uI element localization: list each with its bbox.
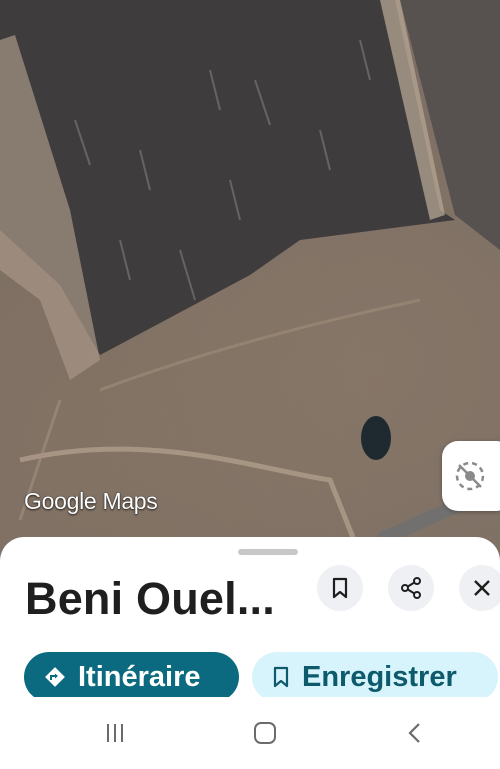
place-title: Beni Ouel... [25, 573, 275, 624]
close-button[interactable] [459, 565, 500, 611]
directions-button[interactable]: Itinéraire [24, 652, 239, 702]
directions-icon [44, 666, 66, 688]
recent-apps-icon [107, 724, 123, 742]
system-navigation-bar [0, 705, 500, 761]
save-place-button[interactable] [317, 565, 363, 611]
drag-handle[interactable] [238, 549, 298, 555]
directions-label: Itinéraire [78, 660, 201, 693]
bookmark-icon [332, 577, 348, 599]
google-maps-watermark: Google Maps [24, 488, 158, 514]
satellite-map[interactable]: Google Maps [0, 0, 500, 560]
recent-apps-button[interactable] [95, 717, 135, 749]
home-icon [254, 722, 276, 744]
back-button[interactable] [395, 717, 435, 749]
close-icon [474, 580, 490, 596]
home-button[interactable] [245, 717, 285, 749]
save-label: Enregistrer [302, 660, 457, 693]
share-button[interactable] [388, 565, 434, 611]
map-imagery [0, 0, 500, 556]
bookmark-icon [272, 666, 290, 688]
share-icon [401, 577, 421, 599]
back-icon [408, 723, 420, 743]
my-location-button[interactable] [442, 441, 500, 511]
save-button[interactable]: Enregistrer [252, 652, 498, 702]
location-off-icon [455, 461, 485, 491]
